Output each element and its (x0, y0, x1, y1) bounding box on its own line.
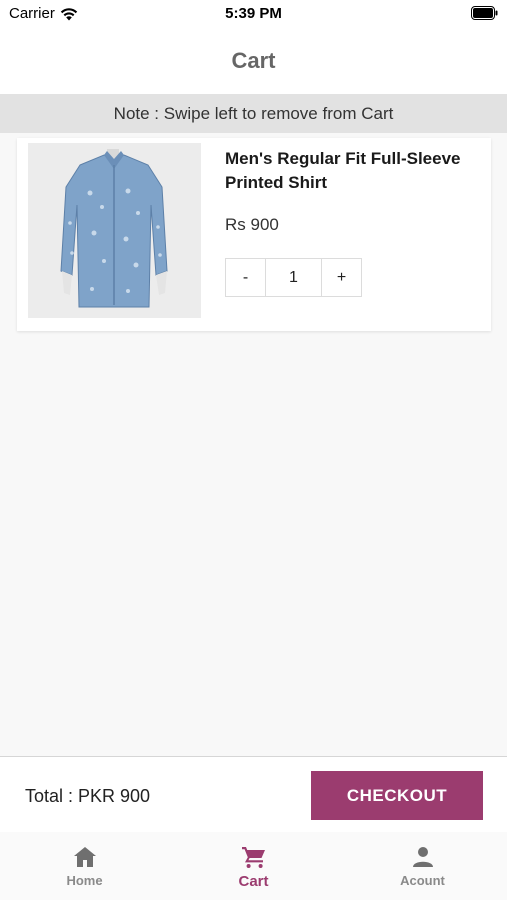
home-icon (73, 847, 96, 867)
tab-home-label: Home (66, 873, 103, 888)
quantity-stepper: - 1 + (225, 258, 362, 297)
bottom-tab-bar: Home Cart Acount (0, 832, 507, 900)
cart-icon (241, 847, 265, 868)
checkout-button[interactable]: CHECKOUT (311, 771, 483, 820)
nav-header: Cart (0, 28, 507, 94)
product-price: Rs 900 (225, 215, 279, 234)
battery-icon (471, 6, 498, 20)
quantity-value: 1 (265, 259, 322, 296)
status-time: 5:39 PM (225, 5, 282, 22)
tab-cart-label: Cart (238, 873, 269, 890)
tab-account-label: Acount (400, 873, 445, 888)
person-icon (412, 847, 433, 867)
cart-screen: Carrier 5:39 PM Cart Note : Swipe left t… (0, 0, 507, 900)
tab-account[interactable]: Acount (338, 832, 507, 900)
increment-button[interactable]: + (322, 259, 361, 296)
tab-home[interactable]: Home (0, 832, 169, 900)
page-title: Cart (231, 48, 276, 73)
tab-cart[interactable]: Cart (169, 832, 338, 900)
cart-item[interactable]: Men's Regular Fit Full-Sleeve Printed Sh… (17, 138, 491, 331)
product-name: Men's Regular Fit Full-Sleeve Printed Sh… (225, 149, 461, 192)
checkout-bar: Total : PKR 900 CHECKOUT (0, 756, 507, 832)
product-image (28, 143, 201, 318)
cart-total: Total : PKR 900 (25, 786, 151, 806)
status-bar: Carrier 5:39 PM (0, 0, 507, 28)
swipe-note: Note : Swipe left to remove from Cart (0, 94, 507, 133)
decrement-button[interactable]: - (226, 259, 265, 296)
